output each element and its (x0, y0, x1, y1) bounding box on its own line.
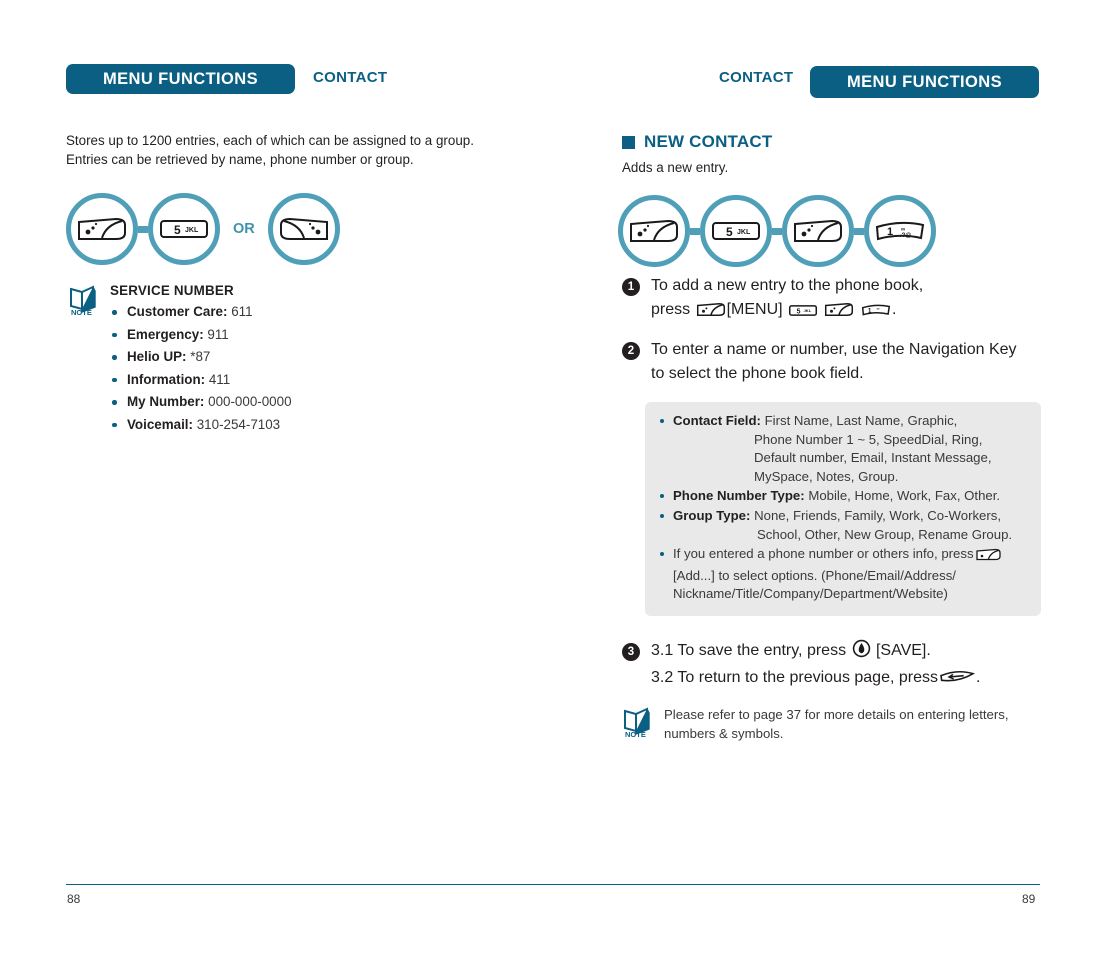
list-item: Emergency: 911 (110, 327, 292, 342)
svg-text:∞: ∞ (877, 306, 880, 311)
contact-options-box: Contact Field: First Name, Last Name, Gr… (645, 402, 1041, 616)
step-1-line-1: To add a new entry to the phone book, (651, 277, 924, 294)
list-item: My Number: 000-000-0000 (110, 394, 292, 409)
step-2-line-1: To enter a name or number, use the Navig… (651, 341, 1017, 358)
svg-text:5: 5 (797, 308, 801, 315)
chain-link (690, 227, 700, 235)
manual-page-spread: MENU FUNCTIONS CONTACT Stores up to 1200… (0, 0, 1105, 954)
step-1-line-2-post: . (891, 301, 897, 318)
menu-soft-key-icon (782, 195, 854, 267)
new-contact-lead: Adds a new entry. (622, 160, 729, 175)
step-text: To add a new entry to the phone book, pr… (651, 274, 923, 325)
list-item: Group Type: None, Friends, Family, Work,… (657, 507, 1029, 544)
step-2-line-2: to select the phone book field. (651, 365, 864, 382)
footer-rule (66, 884, 1040, 886)
key-1-icon: 1 ∞ .?@ (864, 195, 936, 267)
service-number-note: NOTE SERVICE NUMBER Customer Care: 611 E… (68, 283, 292, 439)
svg-text:JKL: JKL (737, 229, 751, 236)
list-item: Customer Care: 611 (110, 304, 292, 319)
right-page-banner: MENU FUNCTIONS (810, 66, 1039, 98)
svg-text:NOTE: NOTE (71, 308, 92, 315)
step-number: 3 (622, 643, 640, 661)
list-item: Contact Field: First Name, Last Name, Gr… (657, 412, 1029, 486)
key-5-jkl-icon: 5 JKL (788, 301, 818, 325)
step-text: To enter a name or number, use the Navig… (651, 338, 1017, 386)
left-key-sequence: 5 JKL OR (66, 193, 340, 265)
svg-text:.?@: .?@ (900, 233, 911, 239)
note-book-icon: NOTE (622, 705, 652, 743)
right-key-sequence: 5 JKL 1 ∞ .?@ (618, 195, 936, 267)
svg-text:1: 1 (887, 226, 893, 238)
note-book-icon: NOTE (68, 283, 98, 439)
back-key-icon (939, 669, 975, 693)
svg-text:JKL: JKL (804, 308, 812, 313)
svg-text:5: 5 (726, 225, 733, 239)
save-key-icon (852, 639, 871, 666)
back-key-icon (267, 193, 340, 265)
left-page-banner: MENU FUNCTIONS (66, 64, 295, 94)
note-text: Please refer to page 37 for more details… (664, 707, 1009, 741)
key-5-jkl-icon: 5 JKL (700, 195, 772, 267)
svg-text:1: 1 (868, 307, 872, 314)
list-item: Phone Number Type: Mobile, Home, Work, F… (657, 487, 1029, 506)
svg-text:JKL: JKL (185, 227, 199, 234)
step-3: 3 3.1 To save the entry, press [SAVE]. 3… (622, 639, 1052, 693)
step-3-line-1-pre: 3.1 To save the entry, press (651, 642, 847, 659)
left-intro-text: Stores up to 1200 entries, each of which… (66, 133, 474, 167)
left-page-number: 88 (67, 892, 81, 906)
step-3-line-2-post: . (976, 669, 981, 686)
list-item: Voicemail: 310-254-7103 (110, 417, 292, 432)
chain-link (854, 227, 864, 235)
square-bullet-icon (622, 135, 635, 149)
step-number: 2 (622, 342, 640, 360)
step-text: 3.1 To save the entry, press [SAVE]. 3.2… (651, 639, 980, 693)
list-item: If you entered a phone number or others … (657, 545, 1029, 604)
new-contact-heading: NEW CONTACT (622, 132, 772, 152)
or-label: OR (233, 221, 255, 237)
step-3-line-2-pre: 3.2 To return to the previous page, pres… (651, 669, 938, 686)
step-3-line-1-post: [SAVE]. (875, 642, 931, 659)
key-5-jkl-icon: 5 JKL (148, 193, 220, 265)
list-item: Helio UP: *87 (110, 349, 292, 364)
menu-soft-key-icon (618, 195, 690, 267)
contact-options-list: Contact Field: First Name, Last Name, Gr… (657, 412, 1029, 604)
menu-soft-key-icon (696, 301, 726, 325)
step-1-line-2-pre: press (651, 301, 691, 318)
key-1-icon: 1 ∞ (861, 301, 891, 325)
step-1: 1 To add a new entry to the phone book, … (622, 274, 1052, 325)
menu-soft-key-icon (66, 193, 138, 265)
service-number-title: SERVICE NUMBER (110, 283, 234, 298)
chain-link (138, 225, 148, 233)
menu-soft-key-icon (975, 548, 1002, 567)
chain-link (772, 227, 782, 235)
list-item: Information: 411 (110, 372, 292, 387)
page-reference-note: NOTE Please refer to page 37 for more de… (622, 705, 1042, 743)
service-number-list: Customer Care: 611 Emergency: 911 Helio … (110, 304, 292, 432)
svg-text:NOTE: NOTE (625, 730, 646, 737)
left-banner-label: MENU FUNCTIONS (102, 69, 258, 88)
right-banner-label: MENU FUNCTIONS (846, 72, 1002, 91)
menu-soft-key-icon (824, 301, 854, 325)
right-page-number: 89 (1022, 892, 1036, 906)
step-number: 1 (622, 278, 640, 296)
svg-text:5: 5 (174, 223, 181, 237)
left-section-label: CONTACT (313, 69, 388, 86)
new-contact-heading-label: NEW CONTACT (644, 132, 773, 151)
right-section-label: CONTACT (719, 69, 794, 86)
step-1-menu-label: [MENU] (726, 301, 783, 318)
step-2: 2 To enter a name or number, use the Nav… (622, 338, 1052, 386)
